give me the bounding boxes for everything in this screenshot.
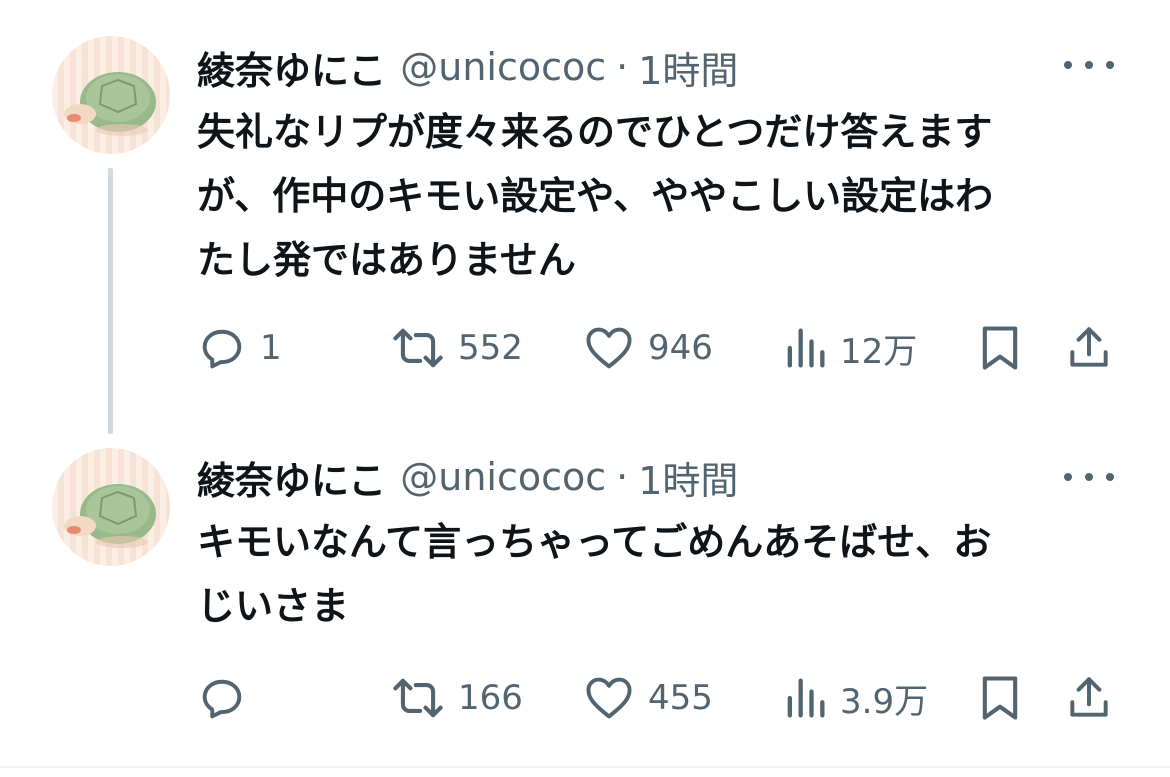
- avatar[interactable]: [52, 448, 170, 566]
- action-bar: 166 455 3.9万: [0, 668, 1170, 728]
- reply-button[interactable]: [196, 668, 260, 728]
- views-button[interactable]: 3.9万: [782, 668, 928, 728]
- tweet-text-line: キモいなんて言っちゃってごめんあそばせ、お: [197, 520, 992, 564]
- like-icon: [586, 327, 632, 369]
- like-count: 946: [648, 328, 713, 368]
- share-button[interactable]: [1064, 668, 1114, 728]
- retweet-count: 552: [458, 328, 523, 368]
- share-button[interactable]: [1064, 318, 1114, 378]
- turtle-avatar-icon: [64, 72, 156, 136]
- avatar[interactable]: [52, 36, 170, 154]
- timestamp[interactable]: 1時間: [638, 40, 738, 95]
- reply-icon: [202, 679, 242, 719]
- views-icon: [787, 678, 825, 718]
- author-name[interactable]: 綾奈ゆにこ: [197, 450, 386, 505]
- like-button[interactable]: 455: [582, 668, 713, 728]
- tweet-1[interactable]: 綾奈ゆにこ @unicococ · 1時間 失礼なリプが度々来るのでひとつだけ答…: [0, 0, 1170, 440]
- like-icon: [586, 677, 632, 719]
- divider: [0, 766, 1170, 768]
- author-handle[interactable]: @unicococ: [400, 45, 606, 89]
- retweet-icon: [393, 328, 443, 368]
- like-count: 455: [648, 678, 713, 718]
- tweet-text-line: 失礼なリプが度々来るのでひとつだけ答えます: [197, 110, 993, 154]
- author-name[interactable]: 綾奈ゆにこ: [197, 40, 386, 95]
- turtle-avatar-icon: [64, 484, 156, 548]
- tweet-header: 綾奈ゆにこ @unicococ · 1時間: [197, 450, 738, 505]
- bookmark-button[interactable]: [976, 668, 1024, 728]
- author-handle[interactable]: @unicococ: [400, 455, 606, 499]
- tweet-text: 失礼なリプが度々来るのでひとつだけ答えます が、作中のキモい設定や、ややこしい設…: [197, 100, 1097, 292]
- timestamp[interactable]: 1時間: [638, 450, 738, 505]
- reply-icon: [202, 329, 242, 369]
- retweet-icon: [393, 678, 443, 718]
- more-icon[interactable]: [1064, 50, 1114, 80]
- action-bar: 1 552 946 12万: [0, 318, 1170, 378]
- more-icon[interactable]: [1064, 462, 1114, 492]
- reply-button[interactable]: 1: [196, 318, 282, 378]
- views-icon: [787, 328, 825, 368]
- retweet-button[interactable]: 166: [390, 668, 523, 728]
- retweet-button[interactable]: 552: [390, 318, 523, 378]
- bookmark-icon: [982, 676, 1018, 720]
- like-button[interactable]: 946: [582, 318, 713, 378]
- tweet-text-line: が、作中のキモい設定や、ややこしい設定はわ: [197, 174, 994, 218]
- view-count: 12万: [840, 331, 918, 372]
- bookmark-icon: [982, 326, 1018, 370]
- share-icon: [1070, 327, 1108, 367]
- tweet-text-line: たし発ではありません: [197, 238, 576, 282]
- share-icon: [1070, 677, 1108, 717]
- tweet-text: キモいなんて言っちゃってごめんあそばせ、お じいさま: [197, 510, 1097, 638]
- retweet-count: 166: [458, 678, 523, 718]
- views-button[interactable]: 12万: [782, 318, 917, 378]
- tweet-2[interactable]: 綾奈ゆにこ @unicococ · 1時間 キモいなんて言っちゃってごめんあそば…: [0, 440, 1170, 770]
- tweet-header: 綾奈ゆにこ @unicococ · 1時間: [197, 40, 738, 95]
- separator-dot: ·: [616, 455, 629, 499]
- reply-count: 1: [260, 328, 282, 368]
- bookmark-button[interactable]: [976, 318, 1024, 378]
- tweet-text-line: じいさま: [197, 584, 350, 628]
- separator-dot: ·: [616, 45, 629, 89]
- view-count: 3.9万: [840, 681, 929, 722]
